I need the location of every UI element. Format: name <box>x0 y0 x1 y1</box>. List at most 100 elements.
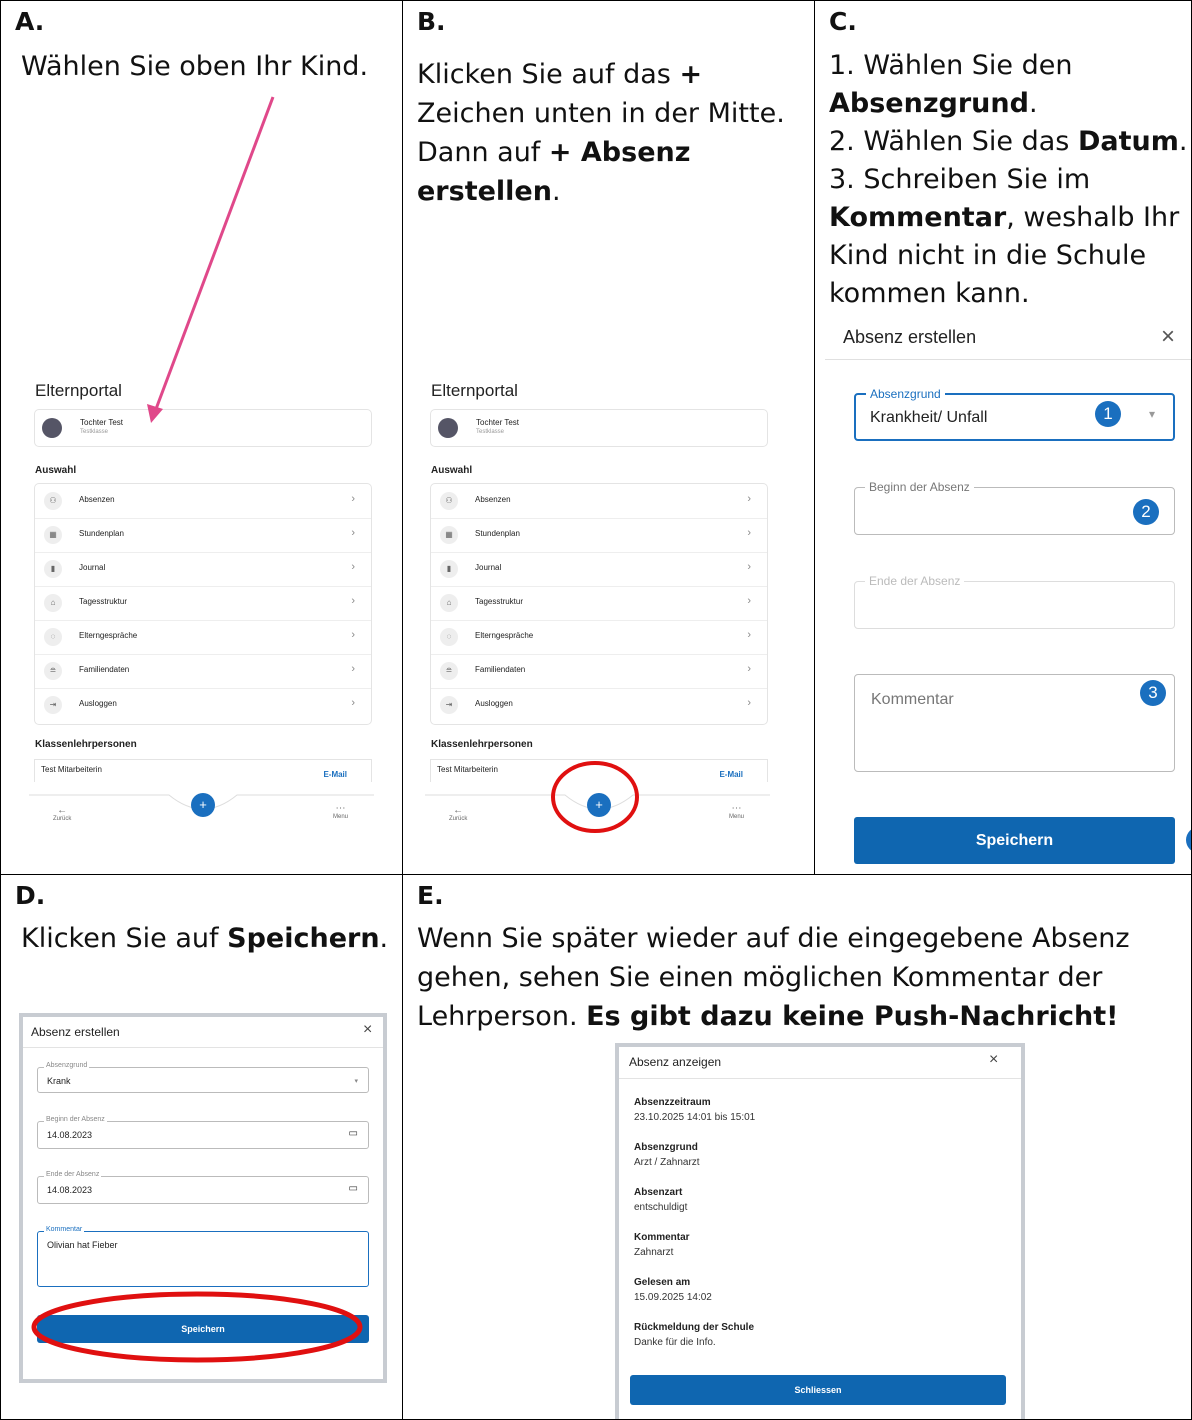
step-marker-1: 1 <box>1095 401 1121 427</box>
form-divider <box>825 359 1191 360</box>
back-button[interactable]: ← Zurück <box>53 805 71 822</box>
chevron-right-icon: › <box>351 629 355 641</box>
close-icon[interactable]: × <box>1161 323 1175 351</box>
menu-item-stundenplan[interactable]: ▦ Stundenplan › <box>431 518 767 553</box>
end-date-field[interactable]: Ende der Absenz <box>854 574 1175 629</box>
comment-placeholder: Kommentar <box>871 691 954 708</box>
comment-legend: Kommentar <box>44 1226 85 1233</box>
reason-select[interactable]: Absenzgrund Krankheit/ Unfall ▾ <box>854 387 1175 441</box>
step-marker-3: 3 <box>1140 680 1166 706</box>
begin-date-field[interactable]: Beginn der Absenz <box>854 480 1175 535</box>
panel-d-label: D. <box>15 881 46 910</box>
end-date-field[interactable]: Ende der Absenz 14.08.2023 ▭ <box>37 1171 369 1204</box>
menu-item-tagesstruktur[interactable]: ⌂ Tagesstruktur › <box>35 586 371 621</box>
close-icon[interactable]: × <box>989 1051 998 1069</box>
panel-c-label: C. <box>829 7 857 36</box>
comment-textarea[interactable]: Kommentar <box>854 674 1175 772</box>
menu-item-journal[interactable]: ▮ Journal › <box>431 552 767 587</box>
row-value: Zahnarzt <box>634 1247 674 1258</box>
reason-select[interactable]: Absenzgrund Krank ▾ <box>37 1062 369 1093</box>
teacher-name: Test Mitarbeiterin <box>41 765 102 774</box>
row-key: Gelesen am <box>634 1277 691 1288</box>
menu-item-ausloggen[interactable]: ⇥ Ausloggen › <box>35 688 371 722</box>
chevron-right-icon: › <box>351 697 355 709</box>
save-button[interactable]: Speichern <box>854 817 1175 864</box>
menu-item-absenzen[interactable]: ⚇ Absenzen › <box>35 484 371 519</box>
chevron-right-icon: › <box>747 595 751 607</box>
avatar <box>42 418 62 438</box>
menu-label: Menu <box>332 814 348 820</box>
menu-item-absenzen[interactable]: ⚇ Absenzen › <box>431 484 767 519</box>
menu-item-label: Absenzen <box>475 495 511 504</box>
panel-c-line5: , weshalb Ihr <box>1006 202 1180 233</box>
menu-item-ausloggen[interactable]: ⇥ Ausloggen › <box>431 688 767 722</box>
chat-icon: ◌ <box>440 628 458 646</box>
panel-e-no-push: Es gibt dazu keine Push-Nachricht! <box>586 1001 1119 1032</box>
panel-b-absenz: + Absenz <box>548 137 691 168</box>
email-link[interactable]: E-Mail <box>719 770 743 779</box>
child-name: Tochter Test <box>476 418 519 427</box>
row-key: Kommentar <box>634 1232 690 1243</box>
panel-c-line6: Kind nicht in die Schule <box>829 240 1147 271</box>
menu-item-label: Ausloggen <box>475 699 513 708</box>
back-button[interactable]: ← Zurück <box>449 805 467 822</box>
reason-value: Krank <box>47 1076 71 1086</box>
calendar-icon[interactable]: ▭ <box>349 1183 358 1194</box>
logout-icon: ⇥ <box>440 696 458 714</box>
section-choice: Auswahl <box>431 465 473 476</box>
email-link[interactable]: E-Mail <box>323 770 347 779</box>
add-fab-button[interactable]: + <box>587 793 611 817</box>
row-value: 23.10.2025 14:01 bis 15:01 <box>634 1112 756 1123</box>
book-icon: ▮ <box>440 560 458 578</box>
panel-d-text: Klicken Sie auf Speichern. <box>21 919 388 958</box>
chevron-right-icon: › <box>351 493 355 505</box>
panel-c-absenzgrund: Absenzgrund <box>829 88 1029 119</box>
save-button[interactable]: Speichern <box>37 1315 369 1343</box>
menu-item-familiendaten[interactable]: ≘ Familiendaten › <box>35 654 371 689</box>
begin-date-field[interactable]: Beginn der Absenz 14.08.2023 ▭ <box>37 1116 369 1149</box>
back-label: Zurück <box>449 816 468 822</box>
panel-b-erstellen: erstellen <box>417 176 552 207</box>
comment-value: Olivian hat Fieber <box>47 1240 118 1250</box>
reason-legend: Absenzgrund <box>44 1062 90 1069</box>
row-value: 15.09.2025 14:02 <box>634 1292 712 1303</box>
close-button[interactable]: Schliessen <box>630 1375 1006 1405</box>
menu-item-elterngespraeche[interactable]: ◌ Elterngespräche › <box>431 620 767 655</box>
menu-item-journal[interactable]: ▮ Journal › <box>35 552 371 587</box>
menu-item-stundenplan[interactable]: ▦ Stundenplan › <box>35 518 371 553</box>
menu-item-tagesstruktur[interactable]: ⌂ Tagesstruktur › <box>431 586 767 621</box>
panel-e: E. Wenn Sie später wieder auf die eingeg… <box>402 874 1192 1420</box>
menu-item-elterngespraeche[interactable]: ◌ Elterngespräche › <box>35 620 371 655</box>
calendar-icon[interactable]: ▭ <box>349 1128 358 1139</box>
panel-c-line1: 1. Wählen Sie den <box>829 50 1073 81</box>
menu-item-label: Tagesstruktur <box>79 597 128 606</box>
end-legend: Ende der Absenz <box>44 1171 102 1178</box>
panel-c-line7: kommen kann. <box>829 278 1030 309</box>
dialog-title: Absenz anzeigen <box>629 1055 722 1069</box>
menu-item-label: Tagesstruktur <box>475 597 524 606</box>
form-title: Absenz erstellen <box>843 327 977 347</box>
menu-button[interactable]: ⋯ Menu <box>333 803 348 820</box>
comment-textarea[interactable]: Kommentar Olivian hat Fieber <box>37 1226 369 1287</box>
row-value: Arzt / Zahnarzt <box>634 1157 700 1168</box>
chevron-right-icon: › <box>747 663 751 675</box>
panel-e-line1: Wenn Sie später wieder auf die eingegebe… <box>417 923 1130 954</box>
menu-item-label: Absenzen <box>79 495 115 504</box>
section-choice: Auswahl <box>35 465 77 476</box>
menu-item-familiendaten[interactable]: ≘ Familiendaten › <box>431 654 767 689</box>
menu-button[interactable]: ⋯ Menu <box>729 803 744 820</box>
chevron-right-icon: › <box>747 561 751 573</box>
child-selector[interactable]: Tochter Test Testklasse <box>34 409 372 447</box>
child-name: Tochter Test <box>80 418 123 427</box>
close-icon[interactable]: × <box>363 1021 372 1039</box>
chevron-right-icon: › <box>351 663 355 675</box>
bottom-bar: ← Zurück + ⋯ Menu <box>29 793 374 833</box>
chevron-right-icon: › <box>747 697 751 709</box>
add-fab-button[interactable]: + <box>191 793 215 817</box>
child-selector[interactable]: Tochter Test Testklasse <box>430 409 768 447</box>
caret-down-icon: ▾ <box>1148 407 1155 421</box>
dialog-divider <box>619 1078 1021 1079</box>
section-teachers: Klassenlehrpersonen <box>431 739 533 750</box>
panel-b: B. Klicken Sie auf das + Zeichen unten i… <box>402 0 816 876</box>
avatar <box>438 418 458 438</box>
